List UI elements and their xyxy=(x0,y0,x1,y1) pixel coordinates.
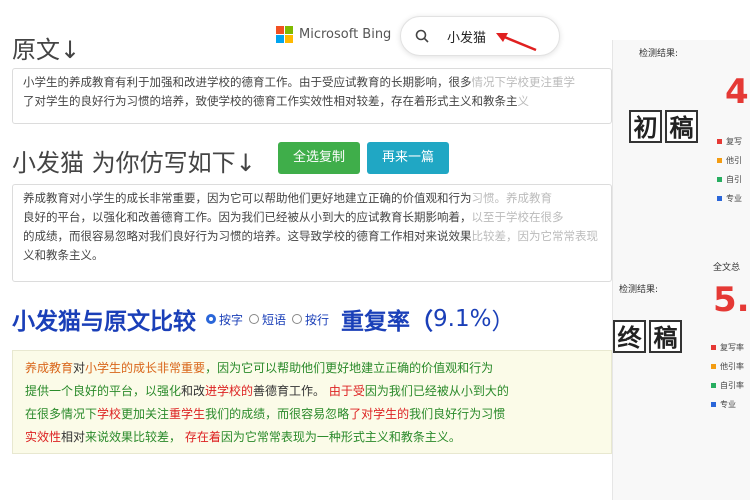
deleted-span: 了对 xyxy=(349,407,374,421)
stamp-char: 稿 xyxy=(649,320,682,353)
stamp-char: 稿 xyxy=(665,110,698,143)
result-panel-draft: 检测结果: 40 初稿 复写 他引 自引 专业 xyxy=(612,40,750,250)
draft-score: 40 xyxy=(725,72,750,112)
microsoft-logo-icon xyxy=(276,26,293,43)
result-line-1: 养成教育对小学生的成长非常重要，因为它可以帮助他们更好地建立正确的价值观和行为 xyxy=(25,357,599,380)
compare-result-box: 养成教育对小学生的成长非常重要，因为它可以帮助他们更好地建立正确的价值观和行为 … xyxy=(12,350,612,454)
result-line-2: 提供一个良好的平台，以强化和改进学校的善德育工作。 由于受因为我们已经被从小到大… xyxy=(25,380,599,403)
legend-item: 复写率 xyxy=(720,343,744,352)
search-input[interactable]: 小发猫 xyxy=(447,27,486,46)
radio-by-line[interactable]: 按行 xyxy=(292,311,329,328)
original-line-1-faded: 情况下学校更注重学 xyxy=(471,75,576,89)
search-icon xyxy=(415,29,429,43)
new-span: 我们的成绩，而很容易忽略 xyxy=(205,407,350,421)
legend-item: 专业 xyxy=(720,400,736,409)
final-score: 5.3 xyxy=(713,280,750,320)
original-line-2-faded: 义 xyxy=(517,94,530,108)
legend-item: 自引率 xyxy=(720,381,744,390)
compare-header: 小发猫与原文比较 按字 短语 按行 重复率（ 9.1% ） xyxy=(12,302,514,336)
radio-label-line: 按行 xyxy=(305,312,330,327)
radio-dot-checked xyxy=(206,314,216,324)
new-span: 更加关注 xyxy=(121,407,170,421)
rewrite-line-2-faded: 以至于学校在很多 xyxy=(471,210,564,224)
bing-logo[interactable]: Microsoft Bing xyxy=(276,26,391,43)
deleted-span: 进学校的 xyxy=(205,384,254,398)
radio-label-char: 按字 xyxy=(219,312,244,327)
deleted-span: 学校 xyxy=(97,407,122,421)
rewrite-line-1: 养成教育对小学生的成长非常重要，因为它可以帮助他们更好地建立正确的价值观和行为 xyxy=(23,191,472,205)
deleted-span: 学生的 xyxy=(373,407,410,421)
deleted-span: 存在着 xyxy=(184,430,221,444)
red-arrow-icon xyxy=(496,33,537,52)
rewrite-line-4: 义和教条主义。 xyxy=(23,248,104,262)
rewrite-text-box[interactable]: 养成教育对小学生的成长非常重要，因为它可以帮助他们更好地建立正确的价值观和行为习… xyxy=(12,184,612,282)
stamp-char: 初 xyxy=(629,110,662,143)
legend-item: 他引率 xyxy=(720,362,744,371)
new-span: 因为它常常表现为一种形式主义和教条主义。 xyxy=(220,430,461,444)
duplicate-rate-end: ） xyxy=(491,309,515,335)
match-span: 成长非常重要 xyxy=(133,361,206,375)
diff-span: 相对 xyxy=(61,430,86,444)
deleted-span: 由于受 xyxy=(328,384,365,398)
radio-label-phrase: 短语 xyxy=(262,312,287,327)
compare-title: 小发猫与原文比较 xyxy=(12,309,196,335)
copy-all-button[interactable]: 全选复制 xyxy=(278,142,360,174)
rewrite-title: 小发猫 为你仿写如下↓ xyxy=(12,149,256,177)
match-span: 养成教育 xyxy=(25,361,74,375)
regenerate-button[interactable]: 再来一篇 xyxy=(367,142,449,174)
legend-item: 复写 xyxy=(726,137,742,146)
radio-dot xyxy=(292,314,303,324)
legend-item: 他引 xyxy=(726,156,742,165)
new-span: ，因为它可以帮助他们更好地建立正确的价值观和行为 xyxy=(205,361,494,375)
new-span: 在很多情况下 xyxy=(25,407,98,421)
diff-span: 和改 xyxy=(181,384,206,398)
original-line-2: 了对学生的良好行为习惯的培养，致使学校的德育工作实效性相对较差，存在着形式主义和… xyxy=(23,94,518,108)
result-line-4: 实效性相对来说效果比较差， 存在着因为它常常表现为一种形式主义和教条主义。 xyxy=(25,426,599,449)
radio-by-phrase[interactable]: 短语 xyxy=(249,311,286,328)
original-text-box[interactable]: 小学生的养成教育有利于加强和改进学校的德育工作。由于受应试教育的长期影响，很多情… xyxy=(12,68,612,124)
deleted-span: 实效性 xyxy=(25,430,62,444)
radio-dot xyxy=(249,314,260,324)
final-stamp: 终稿 xyxy=(613,320,685,353)
new-span: 提供一个良好的平台，以强化 xyxy=(25,384,182,398)
original-line-1: 小学生的养成教育有利于加强和改进学校的德育工作。由于受应试教育的长期影响，很多 xyxy=(23,75,472,89)
new-span: 我们良好行为习惯 xyxy=(409,407,506,421)
match-span: 小学生的 xyxy=(85,361,134,375)
diff-span: 对 xyxy=(73,361,86,375)
result-line-3: 在很多情况下学校更加关注重学生我们的成绩，而很容易忽略了对学生的我们良好行为习惯 xyxy=(25,403,599,426)
stamp-char: 终 xyxy=(613,320,646,353)
duplicate-rate-label: 重复率（ xyxy=(341,309,434,335)
draft-stamp: 初稿 xyxy=(629,110,701,143)
panel-label-2: 检测结果: xyxy=(619,285,659,295)
duplicate-rate-value: 9.1% xyxy=(433,306,492,332)
rewrite-line-3-faded: 比较差，因为它常常表现 xyxy=(471,229,599,243)
deleted-span: 重学生 xyxy=(169,407,206,421)
original-title: 原文↓ xyxy=(12,36,81,64)
rewrite-line-3: 的成绩，而很容易忽略对我们良好行为习惯的培养。这导致学校的德育工作相对来说效果 xyxy=(23,229,472,243)
result-panel-final: 检测结果: 全文总 5.3 终稿 复写率 他引率 自引率 专业 xyxy=(612,250,750,500)
draft-legend: 复写 他引 自引 专业 xyxy=(717,132,742,208)
radio-by-char[interactable]: 按字 xyxy=(206,311,243,328)
final-legend: 复写率 他引率 自引率 专业 xyxy=(711,338,744,414)
panel-label-2b: 全文总 xyxy=(713,263,741,273)
rewrite-line-1-faded: 习惯。养成教育 xyxy=(471,191,553,205)
rewrite-line-2: 良好的平台，以强化和改善德育工作。因为我们已经被从小到大的应试教育长期影响着， xyxy=(23,210,472,224)
panel-label-1: 检测结果: xyxy=(639,49,679,59)
legend-item: 自引 xyxy=(726,175,742,184)
new-span: 因为我们已经被从小到大的 xyxy=(364,384,509,398)
diff-span: 善德育工作。 xyxy=(253,384,326,398)
legend-item: 专业 xyxy=(726,194,742,203)
bing-label: Microsoft Bing xyxy=(299,27,392,42)
new-span: 来说效果比较差， xyxy=(85,430,182,444)
